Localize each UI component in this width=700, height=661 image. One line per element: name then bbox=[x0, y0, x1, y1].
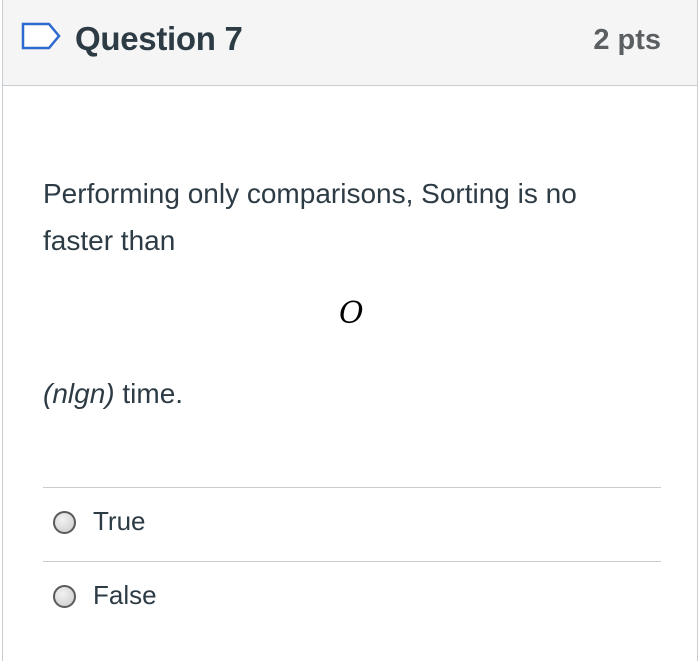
complexity-expression: (nlgn) bbox=[43, 378, 115, 409]
time-text: time. bbox=[114, 378, 184, 409]
question-card: Question 7 2 pts Performing only compari… bbox=[2, 0, 698, 661]
radio-button-true[interactable] bbox=[53, 511, 76, 534]
question-text-continued: (nlgn) time. bbox=[43, 374, 183, 414]
question-points: 2 pts bbox=[593, 24, 661, 56]
question-title: Question 7 bbox=[75, 20, 243, 57]
radio-button-false[interactable] bbox=[53, 585, 76, 608]
answer-option-false[interactable]: False bbox=[43, 562, 661, 632]
answer-option-true[interactable]: True bbox=[43, 488, 661, 558]
answer-label-true[interactable]: True bbox=[93, 506, 146, 537]
big-o-symbol: O bbox=[339, 296, 364, 331]
question-text: Performing only comparisons, Sorting is … bbox=[43, 178, 577, 256]
question-header: Question 7 2 pts bbox=[3, 0, 697, 86]
answer-label-false[interactable]: False bbox=[93, 580, 157, 611]
flag-question-icon[interactable] bbox=[21, 22, 61, 50]
